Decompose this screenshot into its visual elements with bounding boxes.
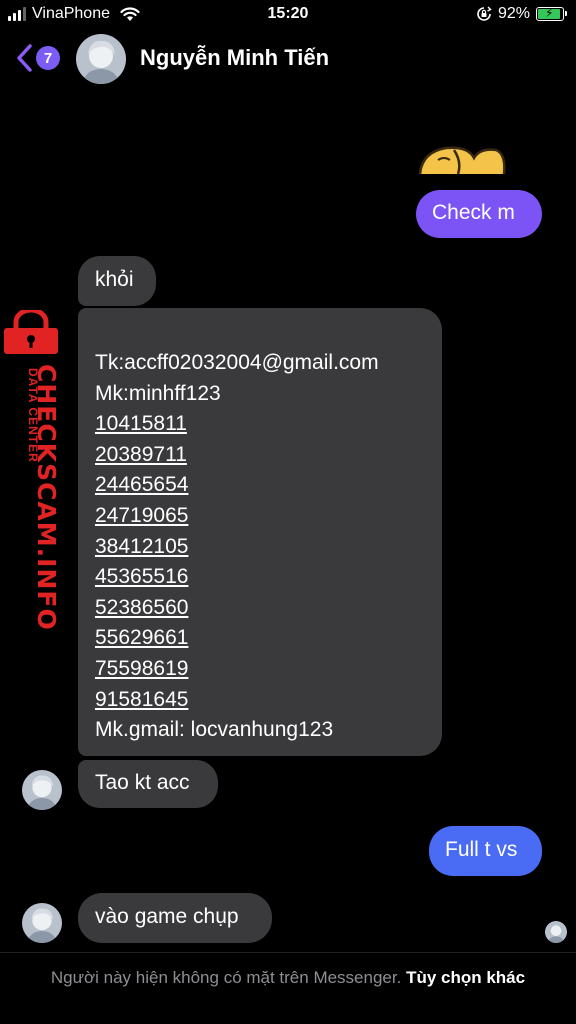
phone-number-link[interactable]: 10415811: [95, 409, 425, 440]
sender-avatar[interactable]: [22, 770, 62, 810]
phone-number-link[interactable]: 55629661: [95, 623, 425, 654]
phone-number-link[interactable]: 45365516: [95, 562, 425, 593]
back-button[interactable]: 7: [16, 43, 60, 73]
phone-number-link[interactable]: 75598619: [95, 654, 425, 685]
watermark: CHECKSCAM.INFO DATA CENTER: [2, 310, 64, 631]
message-text: Full t vs: [445, 838, 518, 861]
seen-receipt-avatar: [545, 921, 567, 943]
footer-notice: Người này hiện không có mặt trên Messeng…: [40, 966, 536, 989]
charging-bolt-icon: ⚡: [545, 6, 554, 20]
message-bubble-incoming[interactable]: Tao kt acc: [78, 760, 218, 808]
phone-number-link[interactable]: 24465654: [95, 470, 425, 501]
unread-count-badge: 7: [36, 46, 60, 70]
avatar-image: [76, 34, 126, 84]
message-bubble-incoming[interactable]: Tk:accff02032004@gmail.com Mk:minhff123 …: [78, 308, 442, 756]
watermark-subtext: DATA CENTER: [26, 368, 40, 463]
message-bubble-incoming[interactable]: khỏi: [78, 256, 156, 306]
message-text: khỏi: [95, 268, 134, 291]
message-text-gmail-password: Mk.gmail: locvanhung123: [95, 718, 334, 742]
contact-name[interactable]: Nguyễn Minh Tiến: [140, 45, 329, 71]
status-bar: VinaPhone 15:20 92% ⚡: [0, 0, 576, 30]
message-text: vào game chụp: [95, 905, 239, 928]
more-options-link[interactable]: Tùy chọn khác: [406, 968, 525, 987]
phone-number-link[interactable]: 38412105: [95, 532, 425, 563]
battery-percent: 92%: [497, 5, 530, 22]
orientation-lock-icon: [477, 6, 492, 21]
phone-number-link[interactable]: 52386560: [95, 593, 425, 624]
message-text: Tao kt acc: [95, 771, 190, 794]
status-right: 92% ⚡: [476, 5, 567, 23]
message-bubble-outgoing[interactable]: Check m: [416, 190, 542, 238]
phone-number-link[interactable]: 20389711: [95, 440, 425, 471]
avatar-image: [22, 770, 62, 810]
message-bubble-outgoing[interactable]: Full t vs: [429, 826, 542, 876]
message-text-password: Mk:minhff123: [95, 381, 221, 405]
battery-charging-icon: ⚡: [536, 6, 567, 21]
conversation-header: 7 Nguyễn Minh Tiến: [0, 30, 576, 88]
message-text: Check m: [432, 201, 515, 224]
footer-divider: [0, 952, 576, 953]
contact-avatar[interactable]: [76, 34, 126, 84]
message-bubble-incoming[interactable]: vào game chụp: [78, 893, 272, 943]
lock-icon: [4, 310, 58, 354]
avatar-image: [545, 921, 567, 943]
avatar-image: [22, 903, 62, 943]
phone-number-link[interactable]: 24719065: [95, 501, 425, 532]
chevron-left-icon: [17, 44, 32, 72]
sender-avatar[interactable]: [22, 903, 62, 943]
sticker-image[interactable]: [418, 140, 508, 174]
phone-number-link[interactable]: 91581645: [95, 685, 425, 716]
footer-text: Người này hiện không có mặt trên Messeng…: [50, 968, 402, 987]
message-text-account: Tk:accff02032004@gmail.com: [95, 351, 379, 374]
